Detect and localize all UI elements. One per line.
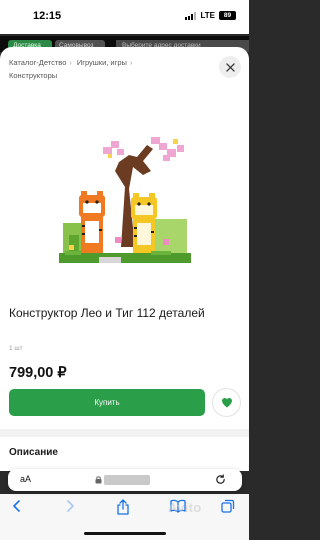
favorite-button[interactable] (212, 388, 241, 417)
chevron-right-icon: › (129, 60, 133, 67)
lock-icon (95, 476, 102, 484)
url-field[interactable] (104, 475, 150, 485)
description-heading: Описание (9, 447, 58, 458)
forward-icon[interactable] (64, 499, 76, 513)
product-title: Конструктор Лео и Тиг 112 деталей (9, 306, 205, 320)
product-image[interactable] (55, 127, 195, 302)
product-price: 799,00 ₽ (9, 365, 67, 381)
status-bar: 12:15 LTE 89 (0, 0, 249, 34)
breadcrumb: Каталог-Детство › Игрушки, игры › Конструк… (9, 57, 209, 82)
heart-icon (221, 398, 232, 408)
breadcrumb-item[interactable]: Каталог-Детство (9, 58, 66, 67)
breadcrumb-item[interactable]: Конструкторы (9, 71, 57, 80)
product-quantity: 1 шт (9, 345, 23, 352)
status-indicators: LTE 89 (185, 11, 236, 20)
share-icon[interactable] (116, 499, 130, 515)
chevron-right-icon: › (69, 60, 72, 67)
text-size-button[interactable]: aA (20, 474, 31, 484)
tabs-icon[interactable] (221, 499, 235, 513)
status-time: 12:15 (33, 10, 62, 22)
address-bar[interactable]: aA (8, 469, 242, 491)
battery-icon: 89 (219, 11, 236, 20)
close-icon (225, 62, 235, 72)
signal-icon (185, 11, 197, 20)
breadcrumb-item[interactable]: Игрушки, игры (77, 58, 127, 67)
buy-button[interactable]: Купить (9, 389, 205, 416)
reload-icon[interactable] (215, 474, 226, 485)
watermark: Avito (168, 500, 202, 515)
close-button[interactable] (219, 56, 241, 78)
back-icon[interactable] (11, 499, 23, 513)
home-indicator (84, 532, 166, 535)
section-divider (0, 429, 249, 437)
product-sheet: Каталог-Детство › Игрушки, игры › Конструк… (0, 47, 249, 471)
network-type: LTE (200, 11, 215, 20)
